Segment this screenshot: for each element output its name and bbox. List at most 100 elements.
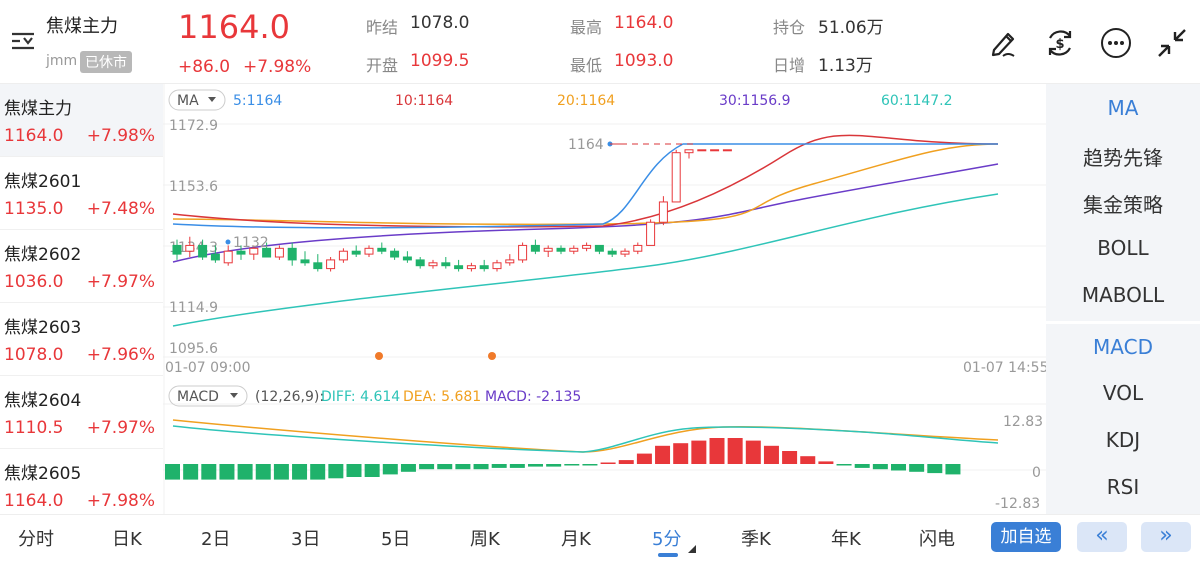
stat-label: 开盘 xyxy=(366,56,399,75)
price-change-pct: +7.98% xyxy=(243,57,312,77)
tab-flash[interactable]: 闪电 xyxy=(919,525,955,551)
macd-bar xyxy=(437,464,453,470)
stat-label: 持仓 xyxy=(773,18,806,37)
watchlist-price: 1135.0 xyxy=(4,199,64,219)
candle xyxy=(415,259,425,267)
macd-bar xyxy=(237,464,253,480)
tab-3day[interactable]: 3日 xyxy=(291,525,320,551)
watchlist-price: 1164.0 xyxy=(4,491,64,511)
period-tabs: 分时 日K 2日 3日 5日 周K 月K 5分 季K 年K 闪电 加自选 « » xyxy=(0,514,1200,572)
candle xyxy=(351,250,361,255)
macd-y-tick: -12.83 xyxy=(995,496,1040,512)
candle xyxy=(198,244,208,258)
watchlist-item[interactable]: 焦煤2603 1078.0 +7.96% xyxy=(0,303,163,376)
tab-month[interactable]: 月K xyxy=(561,525,591,551)
watchlist-name: 焦煤2603 xyxy=(4,318,82,338)
chevron-down-icon xyxy=(230,393,238,398)
macd-bar xyxy=(201,464,217,480)
next-button[interactable]: » xyxy=(1141,522,1191,552)
candle xyxy=(518,244,528,261)
macd-diff: DIFF: 4.614 xyxy=(321,389,400,405)
currency-cycle-icon[interactable]: $ xyxy=(1043,26,1077,64)
macd-bar xyxy=(655,445,671,464)
chevron-down-icon xyxy=(208,97,216,102)
candle xyxy=(582,244,592,249)
more-icon[interactable] xyxy=(1099,26,1133,64)
event-dot[interactable] xyxy=(375,352,383,360)
candle xyxy=(300,259,310,264)
ma-legend: 10:1164 xyxy=(395,93,453,109)
candle xyxy=(646,221,656,246)
stat-value: 1099.5 xyxy=(410,51,470,71)
candle xyxy=(466,265,476,270)
indicator-vol[interactable]: VOL xyxy=(1046,381,1200,405)
draw-pen-icon[interactable] xyxy=(986,26,1020,64)
indicator-kdj[interactable]: KDJ xyxy=(1046,428,1200,452)
indicator-rsi[interactable]: RSI xyxy=(1046,475,1200,499)
watchlist-pct: +7.96% xyxy=(86,345,155,365)
diff-line xyxy=(172,425,999,453)
indicator-boll[interactable]: BOLL xyxy=(1046,236,1200,260)
indicator-trend[interactable]: 趋势先锋 xyxy=(1046,142,1200,171)
watchlist-item[interactable]: 焦煤主力 1164.0 +7.98% xyxy=(0,84,163,157)
event-dot[interactable] xyxy=(488,352,496,360)
indicator-ma[interactable]: MA xyxy=(1046,96,1200,120)
candle xyxy=(505,259,515,264)
tab-week[interactable]: 周K xyxy=(470,525,500,551)
macd-bar xyxy=(400,464,416,472)
macd-bar xyxy=(292,464,308,480)
macd-bar xyxy=(273,464,289,480)
candle xyxy=(454,265,464,270)
candle xyxy=(633,244,643,252)
candle xyxy=(556,247,566,252)
watchlist-price: 1164.0 xyxy=(4,126,64,146)
candle xyxy=(326,259,336,270)
ma20-line xyxy=(172,143,999,226)
tab-timeshare[interactable]: 分时 xyxy=(18,525,54,551)
tab-quarter[interactable]: 季K xyxy=(741,525,771,551)
macd-dropdown-label: MACD xyxy=(177,389,219,405)
add-watch-button[interactable]: 加自选 xyxy=(991,522,1061,552)
candle xyxy=(428,262,438,267)
kline-chart[interactable]: MA 5:1164 10:1164 20:1164 30:1156.9 60:1… xyxy=(163,84,1046,514)
candle xyxy=(172,244,182,255)
macd-value: MACD: -2.135 xyxy=(485,389,581,405)
tab-year[interactable]: 年K xyxy=(831,525,861,551)
watchlist-item[interactable]: 焦煤2605 1164.0 +7.98% xyxy=(0,449,163,522)
y-tick: 1153.6 xyxy=(169,179,218,195)
quote-header: 焦煤主力 jmm 已休市 1164.0 +86.0 +7.98% 昨结 1078… xyxy=(0,0,1200,84)
tab-2day[interactable]: 2日 xyxy=(201,525,230,551)
macd-bars xyxy=(165,438,961,480)
tab-active-indicator xyxy=(658,553,678,557)
macd-dea: DEA: 5.681 xyxy=(403,389,481,405)
watchlist-item[interactable]: 焦煤2601 1135.0 +7.48% xyxy=(0,157,163,230)
candle xyxy=(390,250,400,258)
tab-day[interactable]: 日K xyxy=(112,525,142,551)
svg-text:$: $ xyxy=(1055,37,1064,52)
watchlist-pct: +7.98% xyxy=(86,126,155,146)
indicator-maboll[interactable]: MABOLL xyxy=(1046,283,1200,307)
candle xyxy=(338,250,348,261)
macd-bar xyxy=(346,464,362,477)
ma-legend: 5:1164 xyxy=(233,93,282,109)
ma60-line xyxy=(172,193,999,327)
tab-5day[interactable]: 5日 xyxy=(381,525,410,551)
menu-icon[interactable] xyxy=(10,30,36,52)
corner-triangle-icon xyxy=(688,545,696,553)
macd-bar xyxy=(800,456,816,464)
watchlist-name: 焦煤2604 xyxy=(4,391,82,411)
macd-bar xyxy=(818,461,834,464)
watchlist-price: 1078.0 xyxy=(4,345,64,365)
ma-legend: 20:1164 xyxy=(557,93,615,109)
watchlist-item[interactable]: 焦煤2604 1110.5 +7.97% xyxy=(0,376,163,449)
candle xyxy=(710,149,720,152)
collapse-icon[interactable] xyxy=(1155,26,1189,64)
instrument-code: jmm xyxy=(46,53,78,69)
stat-value: 1164.0 xyxy=(614,13,674,33)
indicator-macd[interactable]: MACD xyxy=(1046,335,1200,359)
prev-button[interactable]: « xyxy=(1077,522,1127,552)
watchlist-item[interactable]: 焦煤2602 1036.0 +7.97% xyxy=(0,230,163,303)
tab-5min[interactable]: 5分 xyxy=(652,525,681,551)
indicator-strategy[interactable]: 集金策略 xyxy=(1046,189,1200,218)
macd-bar xyxy=(255,464,271,480)
